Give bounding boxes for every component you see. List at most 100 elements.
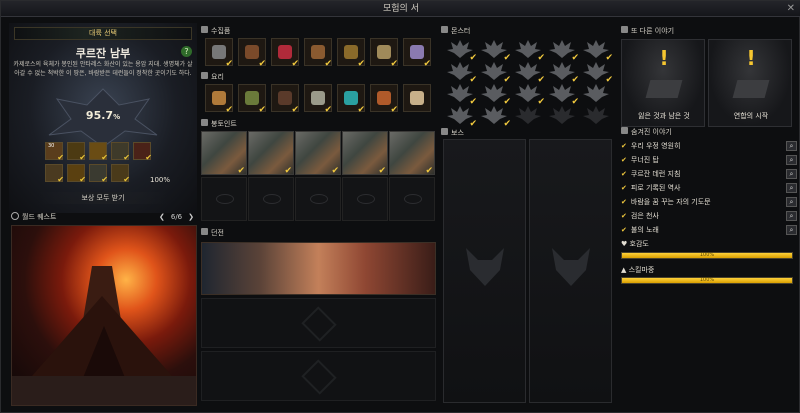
reward-percent: 100% [150, 176, 171, 184]
book-icon [645, 80, 683, 98]
check-icon: ✔ [258, 105, 266, 115]
magnifier-icon[interactable]: ⌕ [786, 141, 797, 151]
reward-item[interactable]: ✔ [67, 164, 86, 184]
check-icon: ✔ [621, 156, 627, 164]
collectible-item[interactable]: ✔ [370, 38, 398, 69]
collectible-item[interactable]: ✔ [205, 38, 233, 69]
check-icon: ✔ [621, 184, 627, 192]
world-quest-image[interactable] [11, 225, 197, 406]
hidden-story-item[interactable]: ✔ 바람을 꿈 꾸는 자의 기도문 ⌕ [621, 196, 797, 208]
battle-points-icon [201, 119, 208, 126]
hidden-story-label: 쿠르잔 데런 지침 [630, 170, 681, 178]
collectible-item[interactable]: ✔ [271, 38, 299, 69]
monster-slot[interactable] [513, 104, 543, 134]
chevron-left-icon[interactable]: ❮ [159, 213, 165, 221]
reward-item[interactable]: ✔ [45, 164, 64, 184]
reward-item[interactable]: 30 ✔ [45, 142, 64, 162]
magnifier-icon[interactable]: ⌕ [786, 183, 797, 193]
reward-item[interactable]: ✔ [67, 142, 86, 162]
cooking-item[interactable]: ✔ [370, 84, 398, 115]
dungeon-header: 던전 [201, 228, 224, 238]
monster-slot[interactable]: ✔ [479, 104, 511, 134]
battle-point-slot[interactable]: ✔ [248, 131, 294, 176]
close-icon[interactable]: ✕ [787, 1, 795, 17]
skill-bar: 100% [621, 277, 793, 284]
magnifier-icon[interactable]: ⌕ [786, 155, 797, 165]
hidden-story-label: 불의 노래 [630, 226, 659, 234]
hidden-story-label: 바람을 꿈 꾸는 자의 기도문 [630, 198, 711, 206]
hidden-story-label: 검은 천사 [630, 212, 659, 220]
check-icon: ✔ [79, 175, 86, 184]
help-icon[interactable]: ? [181, 46, 192, 57]
check-icon: ✔ [378, 166, 386, 176]
check-icon: ✔ [390, 59, 398, 69]
dish-icon [410, 91, 424, 105]
hidden-story-item[interactable]: ✔ 불의 노래 ⌕ [621, 224, 797, 236]
magnifier-icon[interactable]: ⌕ [786, 197, 797, 207]
cooking-item[interactable]: ✔ [205, 84, 233, 115]
reward-item[interactable]: ✔ [133, 142, 152, 162]
collectible-item[interactable]: ✔ [304, 38, 332, 69]
dungeon-banner[interactable] [201, 242, 436, 295]
other-story-header: 또 다른 이야기 [621, 26, 674, 36]
monster-slot[interactable] [547, 104, 577, 134]
monster-slot[interactable] [581, 104, 611, 134]
check-icon: ✔ [621, 170, 627, 178]
affinity-bar: 100% [621, 252, 793, 259]
magnifier-icon[interactable]: ⌕ [786, 225, 797, 235]
collectible-item[interactable]: ✔ [238, 38, 266, 69]
cooking-item[interactable]: ✔ [238, 84, 266, 115]
magnifier-icon[interactable]: ⌕ [786, 211, 797, 221]
check-icon: ✔ [621, 226, 627, 234]
chevron-right-icon[interactable]: ❯ [188, 213, 194, 221]
hidden-story-item[interactable]: ✔ 쿠르잔 데런 지침 ⌕ [621, 168, 797, 180]
reward-stack-count: 30 [48, 143, 55, 149]
cooking-item[interactable]: ✔ [271, 84, 299, 115]
claim-all-rewards-button[interactable]: 보상 모두 받기 [39, 192, 167, 204]
hidden-story-item[interactable]: ✔ 무너진 탑 ⌕ [621, 154, 797, 166]
collectibles-header: 수집품 [201, 26, 230, 36]
battle-point-slot[interactable]: ✔ [295, 131, 341, 176]
collectible-item[interactable]: ✔ [337, 38, 365, 69]
continent-select-button[interactable]: 대륙 선택 [14, 27, 192, 40]
battle-point-slot[interactable]: ✔ [201, 131, 247, 176]
world-quest-label: 월드 퀘스트 [22, 213, 57, 221]
check-icon: ✔ [57, 175, 64, 184]
reward-item[interactable]: ✔ [89, 164, 108, 184]
skill-bar-text: 100% [699, 277, 715, 283]
triangle-icon: ▲ [621, 266, 629, 274]
locked-slot [201, 177, 247, 221]
hidden-story-title: 숨겨진 이야기 [631, 128, 672, 136]
cooking-item[interactable]: ✔ [304, 84, 332, 115]
battle-point-slot[interactable]: ✔ [342, 131, 388, 176]
dish-icon [245, 91, 259, 105]
hidden-story-item[interactable]: ✔ 검은 천사 ⌕ [621, 210, 797, 222]
battle-point-slot[interactable]: ✔ [389, 131, 435, 176]
magnifier-icon[interactable]: ⌕ [786, 169, 797, 179]
exclamation-icon: ! [659, 46, 669, 70]
affinity-title: 호감도 [629, 240, 649, 248]
hidden-story-item[interactable]: ✔ 우리 우정 영원히 ⌕ [621, 140, 797, 152]
world-quest-page: 6/6 [170, 213, 183, 221]
boss-slot[interactable] [529, 139, 612, 403]
boss-slot[interactable] [443, 139, 526, 403]
hidden-story-item[interactable]: ✔ 피로 기록된 역사 ⌕ [621, 182, 797, 194]
reward-item[interactable]: ✔ [89, 142, 108, 162]
reward-item[interactable]: ✔ [111, 164, 130, 184]
scroll-icon [621, 127, 628, 134]
monster-title: 몬스터 [451, 27, 471, 35]
cooking-item[interactable] [403, 84, 431, 112]
reward-item[interactable]: ✔ [111, 142, 130, 162]
book-icon [732, 80, 770, 98]
other-story-card[interactable]: ! 연합의 시작 [708, 39, 792, 127]
other-story-card[interactable]: ! 잃은 것과 남은 것 [621, 39, 705, 127]
collectible-item[interactable]: ✔ [403, 38, 431, 69]
world-quest-pager: ❮ 6/6 ❯ [156, 211, 197, 223]
cooking-item[interactable]: ✔ [337, 84, 365, 115]
check-icon: ✔ [503, 119, 511, 129]
check-icon: ✔ [331, 166, 339, 176]
check-icon: ✔ [237, 166, 245, 176]
check-icon: ✔ [225, 59, 233, 69]
skill-title: 스킬마중 [628, 266, 655, 274]
globe-icon [11, 212, 19, 220]
